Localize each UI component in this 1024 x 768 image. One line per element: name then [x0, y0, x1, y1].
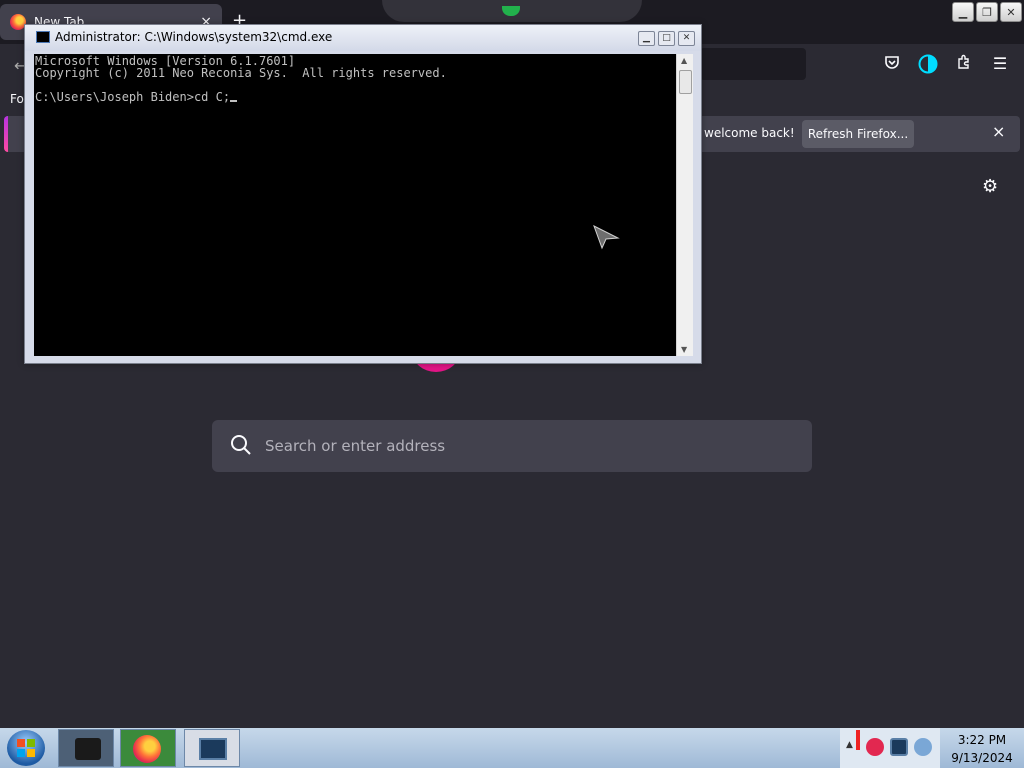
cmd-minimize-button[interactable]: ▁ — [638, 31, 655, 46]
scroll-up-icon[interactable]: ▲ — [681, 56, 687, 65]
clock-time: 3:22 PM — [957, 733, 1007, 747]
address-bar[interactable] — [700, 48, 806, 80]
windows-start-icon[interactable] — [7, 730, 45, 766]
tray-monitor-icon[interactable] — [890, 738, 908, 756]
close-button[interactable]: ✕ — [1000, 2, 1022, 22]
tray-firefox-icon[interactable] — [866, 738, 884, 756]
notification-close-button[interactable]: × — [992, 122, 1005, 141]
pocket-icon[interactable] — [882, 54, 902, 74]
taskbar: ▲ 3:22 PM 9/13/2024 — [0, 728, 1024, 768]
firefox-icon — [133, 735, 161, 763]
cmd-maximize-button[interactable]: □ — [658, 31, 675, 46]
window-controls: ▁ ❐ ✕ — [952, 2, 1022, 22]
mouse-pointer-icon — [592, 224, 620, 254]
notification-message: welcome back! — [704, 126, 795, 140]
cmd-icon — [36, 31, 50, 43]
gear-icon[interactable]: ⚙ — [982, 176, 998, 197]
text-cursor — [230, 100, 238, 102]
extensions-icon[interactable] — [954, 54, 974, 74]
search-input[interactable]: Search or enter address — [212, 420, 812, 472]
system-clock[interactable]: 3:22 PM 9/13/2024 — [940, 728, 1024, 768]
notification-accent — [4, 116, 8, 152]
tray-flag-icon[interactable] — [856, 730, 860, 750]
cmd-icon — [199, 738, 227, 760]
cmd-window[interactable]: Administrator: C:\Windows\system32\cmd.e… — [24, 24, 702, 364]
tray-arrow-icon[interactable]: ▲ — [846, 740, 853, 750]
console-prompt: C:\Users\Joseph Biden>cd C; — [35, 90, 231, 104]
scrollbar[interactable]: ▲ ▼ — [676, 54, 693, 356]
scroll-down-icon[interactable]: ▼ — [681, 345, 687, 354]
cmd-title: Administrator: C:\Windows\system32\cmd.e… — [55, 30, 333, 44]
console-prompt-line: C:\Users\Joseph Biden>cd C; — [34, 91, 676, 103]
system-tray: ▲ — [840, 728, 940, 768]
console-output[interactable]: Microsoft Windows [Version 6.1.7601] Cop… — [34, 54, 676, 356]
scroll-thumb[interactable] — [679, 70, 692, 94]
menu-icon[interactable]: ☰ — [990, 54, 1010, 74]
search-placeholder: Search or enter address — [265, 437, 446, 455]
refresh-firefox-button[interactable]: Refresh Firefox... — [802, 120, 914, 148]
account-icon[interactable] — [918, 54, 938, 74]
minimize-button[interactable]: ▁ — [952, 2, 974, 22]
taskbar-app-firefox[interactable] — [120, 729, 176, 767]
tray-network-icon[interactable] — [914, 738, 932, 756]
taskbar-app-cmd[interactable] — [184, 729, 240, 767]
app-icon — [75, 738, 101, 760]
search-icon — [230, 434, 252, 460]
bookmarks-label: Fo — [10, 92, 24, 106]
cmd-titlebar[interactable]: Administrator: C:\Windows\system32\cmd.e… — [25, 25, 701, 51]
console-line: Copyright (c) 2011 Neo Reconia Sys. All … — [35, 66, 447, 80]
clock-date: 9/13/2024 — [951, 751, 1013, 765]
cmd-close-button[interactable]: ✕ — [678, 31, 695, 46]
restore-button[interactable]: ❐ — [976, 2, 998, 22]
taskbar-app-explorer[interactable] — [58, 729, 114, 767]
cmd-window-controls: ▁ □ ✕ — [638, 31, 695, 46]
